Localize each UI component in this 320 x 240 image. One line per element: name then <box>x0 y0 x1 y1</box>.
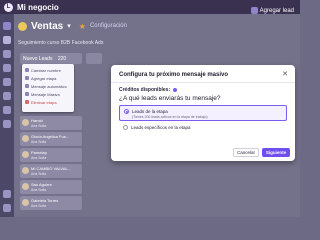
stats-icon[interactable] <box>3 92 11 100</box>
info-icon[interactable] <box>172 87 177 92</box>
app-logo-icon: L <box>4 2 13 12</box>
radio-unselected[interactable] <box>123 125 128 130</box>
megaphone-icon <box>25 92 29 96</box>
radio-selected[interactable] <box>124 109 129 114</box>
option-specific-leads[interactable]: Leads específicos en la etapa <box>119 123 287 133</box>
close-icon[interactable]: ✕ <box>282 70 288 78</box>
board-subtitle: Seguimiento curso B2B Facebook Ads <box>18 40 104 46</box>
lead-name: MI CAMBIO VALVAL... <box>31 166 72 171</box>
star-icon[interactable]: ★ <box>79 22 86 31</box>
menu-icon[interactable] <box>3 22 11 30</box>
lead-name: Pamelap <box>31 150 47 155</box>
funnel-icon[interactable] <box>3 36 11 44</box>
avatar <box>22 183 29 190</box>
option-label: Leads de la etapa <box>132 109 168 114</box>
menu-item-mass-message[interactable]: Mensaje Masivo <box>25 90 71 98</box>
chat-icon[interactable] <box>3 64 11 72</box>
menu-item-label: Cambiar nombre <box>31 67 61 73</box>
lead-card-list: Harold Ana Sofia Gloria Angélica Fue... An… <box>20 116 82 212</box>
lead-owner: Ana Sofia <box>31 204 47 208</box>
menu-item-delete-stage[interactable]: Eliminar etapa <box>25 98 71 106</box>
lead-owner: Ana Sofia <box>31 188 47 192</box>
lead-card[interactable]: Pamelap Ana Sofia <box>20 148 82 162</box>
automation-icon[interactable] <box>3 106 11 114</box>
option-stage-leads[interactable]: Leads de la etapa (Tienes 200 leads acti… <box>119 105 287 121</box>
credits-text: Créditos disponibles: <box>119 87 171 93</box>
avatar <box>22 135 29 142</box>
lead-card[interactable]: Gloria Angélica Fue... Ana Sofia <box>20 132 82 146</box>
plus-icon <box>25 76 29 80</box>
option-note: (Tienes 200 leads activos en la etapa de… <box>132 115 208 119</box>
lead-owner: Ana Sofia <box>31 124 47 128</box>
option-label: Leads específicos en la etapa <box>131 125 191 130</box>
lead-name: Harold <box>31 118 43 123</box>
lead-name: Sao Aguirre <box>31 182 52 187</box>
avatar <box>22 151 29 158</box>
avatar <box>22 199 29 206</box>
mass-message-modal: Configura tu próximo mensaje masivo ✕ Cr… <box>111 65 295 161</box>
add-lead-label: Agregar lead <box>259 7 294 14</box>
lead-name: Gabriela Torres <box>31 198 59 203</box>
next-button[interactable]: Siguiente <box>262 148 290 157</box>
menu-item-label: Mensaje automático <box>31 83 67 89</box>
menu-item-auto-message[interactable]: Mensaje automático <box>25 82 71 90</box>
lead-card[interactable]: Harold Ana Sofia <box>20 116 82 130</box>
board-title[interactable]: Ventas <box>31 21 63 32</box>
lead-card[interactable]: Sao Aguirre Ana Sofia <box>20 180 82 194</box>
trash-icon <box>25 100 29 104</box>
add-lead-button[interactable]: Agregar lead <box>250 7 294 14</box>
document-icon[interactable] <box>3 120 11 128</box>
column-context-menu: Cambiar nombre Agregar etapa Mensaje aut… <box>22 64 74 112</box>
column-header-next[interactable] <box>86 53 102 64</box>
board-header: Ventas ▾ ★ Configuración <box>14 14 300 38</box>
avatar <box>22 167 29 174</box>
clock-icon <box>25 84 29 88</box>
lead-owner: Ana Sofia <box>31 140 47 144</box>
credits-label: Créditos disponibles: <box>119 87 177 93</box>
modal-divider <box>111 82 295 83</box>
avatar <box>22 119 29 126</box>
column-header-nuevo-leads[interactable]: Nuevo Leads 220 <box>20 53 82 64</box>
config-link[interactable]: Configuración <box>90 23 127 29</box>
modal-question: ¿A qué leads enviarás tu mensaje? <box>119 95 221 102</box>
lead-name: Gloria Angélica Fue... <box>31 134 70 139</box>
menu-item-label: Agregar etapa <box>31 75 57 81</box>
add-user-icon <box>250 7 258 14</box>
left-rail <box>0 14 14 217</box>
column-title: Nuevo Leads <box>23 56 53 62</box>
app-title: Mi negocio <box>17 2 59 12</box>
lead-owner: Ana Sofia <box>31 156 47 160</box>
people-icon[interactable] <box>3 50 11 58</box>
menu-item-label: Eliminar etapa <box>31 99 57 105</box>
settings-icon[interactable] <box>3 190 11 198</box>
lead-owner: Ana Sofia <box>31 172 47 176</box>
menu-item-label: Mensaje Masivo <box>31 91 60 97</box>
pencil-icon <box>25 68 29 72</box>
menu-item-rename[interactable]: Cambiar nombre <box>25 66 71 74</box>
chevron-down-icon[interactable]: ▾ <box>67 22 71 30</box>
modal-title: Configura tu próximo mensaje masivo <box>119 72 229 78</box>
menu-item-add-stage[interactable]: Agregar etapa <box>25 74 71 82</box>
lead-card[interactable]: Gabriela Torres Ana Sofia <box>20 196 82 210</box>
lead-card[interactable]: MI CAMBIO VALVAL... Ana Sofia <box>20 164 82 178</box>
column-count: 220 <box>57 56 67 62</box>
cancel-button[interactable]: Cancelar <box>233 148 259 157</box>
user-icon[interactable] <box>3 204 11 212</box>
board-emoji-icon <box>18 21 27 31</box>
calendar-icon[interactable] <box>3 78 11 86</box>
